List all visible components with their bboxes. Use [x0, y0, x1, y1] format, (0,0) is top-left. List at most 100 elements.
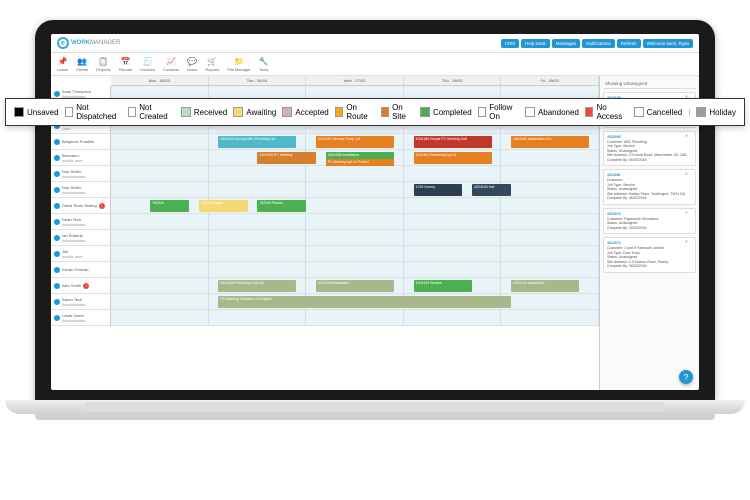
- day-cell[interactable]: [501, 150, 599, 165]
- day-header[interactable]: Wed - 07/03: [306, 76, 404, 85]
- job-block[interactable]: 4324160 Installation ECL: [511, 136, 589, 148]
- day-cell[interactable]: [111, 262, 209, 277]
- row-cells[interactable]: 4324190 Survey ABC Plumbing Ltd 4324187 S…: [111, 134, 599, 149]
- day-cell[interactable]: [209, 182, 307, 197]
- job-block[interactable]: 4324144 Service: [414, 280, 473, 292]
- day-cell[interactable]: [306, 230, 404, 245]
- nav-clients[interactable]: 👥Clients: [76, 56, 88, 72]
- technician-label[interactable]: Ian RobertsAdministrator: [51, 230, 111, 245]
- logo[interactable]: e WORKMANAGER: [57, 37, 120, 49]
- row-cells[interactable]: 1239 Survey4324160 Inst: [111, 182, 599, 197]
- day-cell[interactable]: [111, 278, 209, 293]
- nav-reports[interactable]: 🛒Reports: [205, 56, 219, 72]
- day-cell[interactable]: [306, 246, 404, 261]
- technician-label[interactable]: Dean TechAdministrator: [51, 214, 111, 229]
- technician-row[interactable]: Benjamin Franklin4324190 Survey ABC Plum…: [51, 134, 599, 150]
- technician-row[interactable]: Dan SmithAdministrator1239 Survey4324160…: [51, 182, 599, 198]
- row-cells[interactable]: [111, 310, 599, 325]
- day-cell[interactable]: [306, 166, 404, 181]
- top-btn-welcome-back-ryan[interactable]: Welcome back, Ryan: [643, 39, 693, 48]
- top-btn-help-desk[interactable]: Help Desk: [521, 39, 550, 48]
- day-cell[interactable]: [306, 182, 404, 197]
- nav-users[interactable]: 💬Users: [187, 56, 197, 72]
- job-block[interactable]: 1239 Survey: [414, 184, 463, 196]
- row-cells[interactable]: [111, 230, 599, 245]
- alert-icon[interactable]: !: [83, 283, 89, 289]
- day-cell[interactable]: [404, 246, 502, 261]
- day-cell[interactable]: [111, 214, 209, 229]
- technician-row[interactable]: David Team Testing!762349762349 Install7…: [51, 198, 599, 214]
- nav-invoices[interactable]: 🧾Invoices: [140, 56, 155, 72]
- top-btn-crm[interactable]: CRM: [501, 39, 519, 48]
- technician-label[interactable]: Dan SmithAdministrator: [51, 182, 111, 197]
- job-block[interactable]: 762349 Plaster: [257, 200, 306, 212]
- unassigned-job-card[interactable]: ⛨4324081Customer:Job Type: ServiceStatus…: [603, 169, 696, 205]
- nav-projects[interactable]: 📋Projects: [96, 56, 110, 72]
- job-block[interactable]: 4324190 Survey ABC Plumbing Ltd: [218, 136, 296, 148]
- day-cell[interactable]: [209, 214, 307, 229]
- technician-row[interactable]: Jimmobile user: [51, 246, 599, 262]
- nav-file-manager[interactable]: 📁File Manager: [227, 56, 250, 72]
- row-cells[interactable]: [111, 166, 599, 181]
- day-cell[interactable]: [404, 230, 502, 245]
- technician-label[interactable]: Dan SmithAdministrator: [51, 166, 111, 181]
- day-cell[interactable]: [111, 166, 209, 181]
- day-cell[interactable]: [209, 310, 307, 325]
- technician-row[interactable]: Dean TechAdministrator: [51, 214, 599, 230]
- day-cell[interactable]: [111, 310, 209, 325]
- technician-label[interactable]: Lewis OwenAdministrator: [51, 310, 111, 325]
- technician-label[interactable]: Aaron TechAdministrator: [51, 294, 111, 309]
- job-block[interactable]: 4324187 Service Pump Ltd: [316, 136, 394, 148]
- top-btn-notifications[interactable]: Notifications: [582, 39, 615, 48]
- technician-label[interactable]: David Team Testing!: [51, 198, 111, 213]
- day-cell[interactable]: [306, 310, 404, 325]
- unassigned-job-card[interactable]: ⛨4324074Customer: J and H Falmouth Limit…: [603, 237, 696, 273]
- technician-row[interactable]: Alex Smith!4324186 Plastering Soft Ltd43…: [51, 278, 599, 294]
- day-cell[interactable]: [209, 246, 307, 261]
- technician-label[interactable]: Benjamin Franklin: [51, 134, 111, 149]
- job-block[interactable]: 4324161 Plastering Apt 41: [414, 152, 492, 164]
- nav-contacts[interactable]: 📈Contacts: [163, 56, 179, 72]
- planner-rows[interactable]: Andy ThompsonAdministratorAryan Test use…: [51, 86, 599, 388]
- day-cell[interactable]: [501, 230, 599, 245]
- row-cells[interactable]: 762349762349 Install762349 Plaster: [111, 198, 599, 213]
- day-header[interactable]: Thu - 08/03: [404, 76, 502, 85]
- day-cell[interactable]: [404, 166, 502, 181]
- technician-row[interactable]: Lewis OwenAdministrator: [51, 310, 599, 326]
- day-cell[interactable]: [501, 310, 599, 325]
- day-header[interactable]: Fri - 09/03: [501, 76, 599, 85]
- help-fab[interactable]: ?: [679, 370, 693, 384]
- day-cell[interactable]: [404, 214, 502, 229]
- alert-icon[interactable]: !: [99, 203, 105, 209]
- day-cell[interactable]: [209, 262, 307, 277]
- technician-label[interactable]: Kieran Duncan: [51, 262, 111, 277]
- day-cell[interactable]: [111, 294, 209, 309]
- technician-row[interactable]: Brendan Lmobile user4324189 PC Meeting43…: [51, 150, 599, 166]
- row-cells[interactable]: 4324189 PC Meeting4324188 InstallationPC…: [111, 150, 599, 165]
- day-cell[interactable]: [404, 310, 502, 325]
- job-block[interactable]: 4324186 Plastering Soft Ltd: [218, 280, 296, 292]
- technician-row[interactable]: Ian RobertsAdministrator: [51, 230, 599, 246]
- row-cells[interactable]: [111, 214, 599, 229]
- day-header[interactable]: Tue - 06/03: [209, 76, 307, 85]
- day-cell[interactable]: [111, 134, 209, 149]
- day-cell[interactable]: [111, 150, 209, 165]
- job-block[interactable]: 4324144 Installation: [511, 280, 579, 292]
- day-cell[interactable]: [404, 262, 502, 277]
- technician-row[interactable]: Dan SmithAdministrator: [51, 166, 599, 182]
- job-block[interactable]: 762349: [150, 200, 189, 212]
- day-cell[interactable]: [111, 230, 209, 245]
- top-btn-messages[interactable]: Messages: [552, 39, 581, 48]
- technician-label[interactable]: Jimmobile user: [51, 246, 111, 261]
- day-cell[interactable]: [501, 198, 599, 213]
- day-cell[interactable]: [404, 198, 502, 213]
- day-cell[interactable]: [111, 246, 209, 261]
- top-btn-refresh[interactable]: Refresh: [617, 39, 641, 48]
- day-cell[interactable]: [501, 262, 599, 277]
- day-cell[interactable]: [501, 214, 599, 229]
- row-cells[interactable]: [111, 262, 599, 277]
- day-cell[interactable]: [501, 294, 599, 309]
- job-block[interactable]: 4324186 Repair PC Meeting Soft: [414, 136, 492, 148]
- nav-tools[interactable]: 🔧Tools: [259, 56, 269, 72]
- day-cell[interactable]: [501, 246, 599, 261]
